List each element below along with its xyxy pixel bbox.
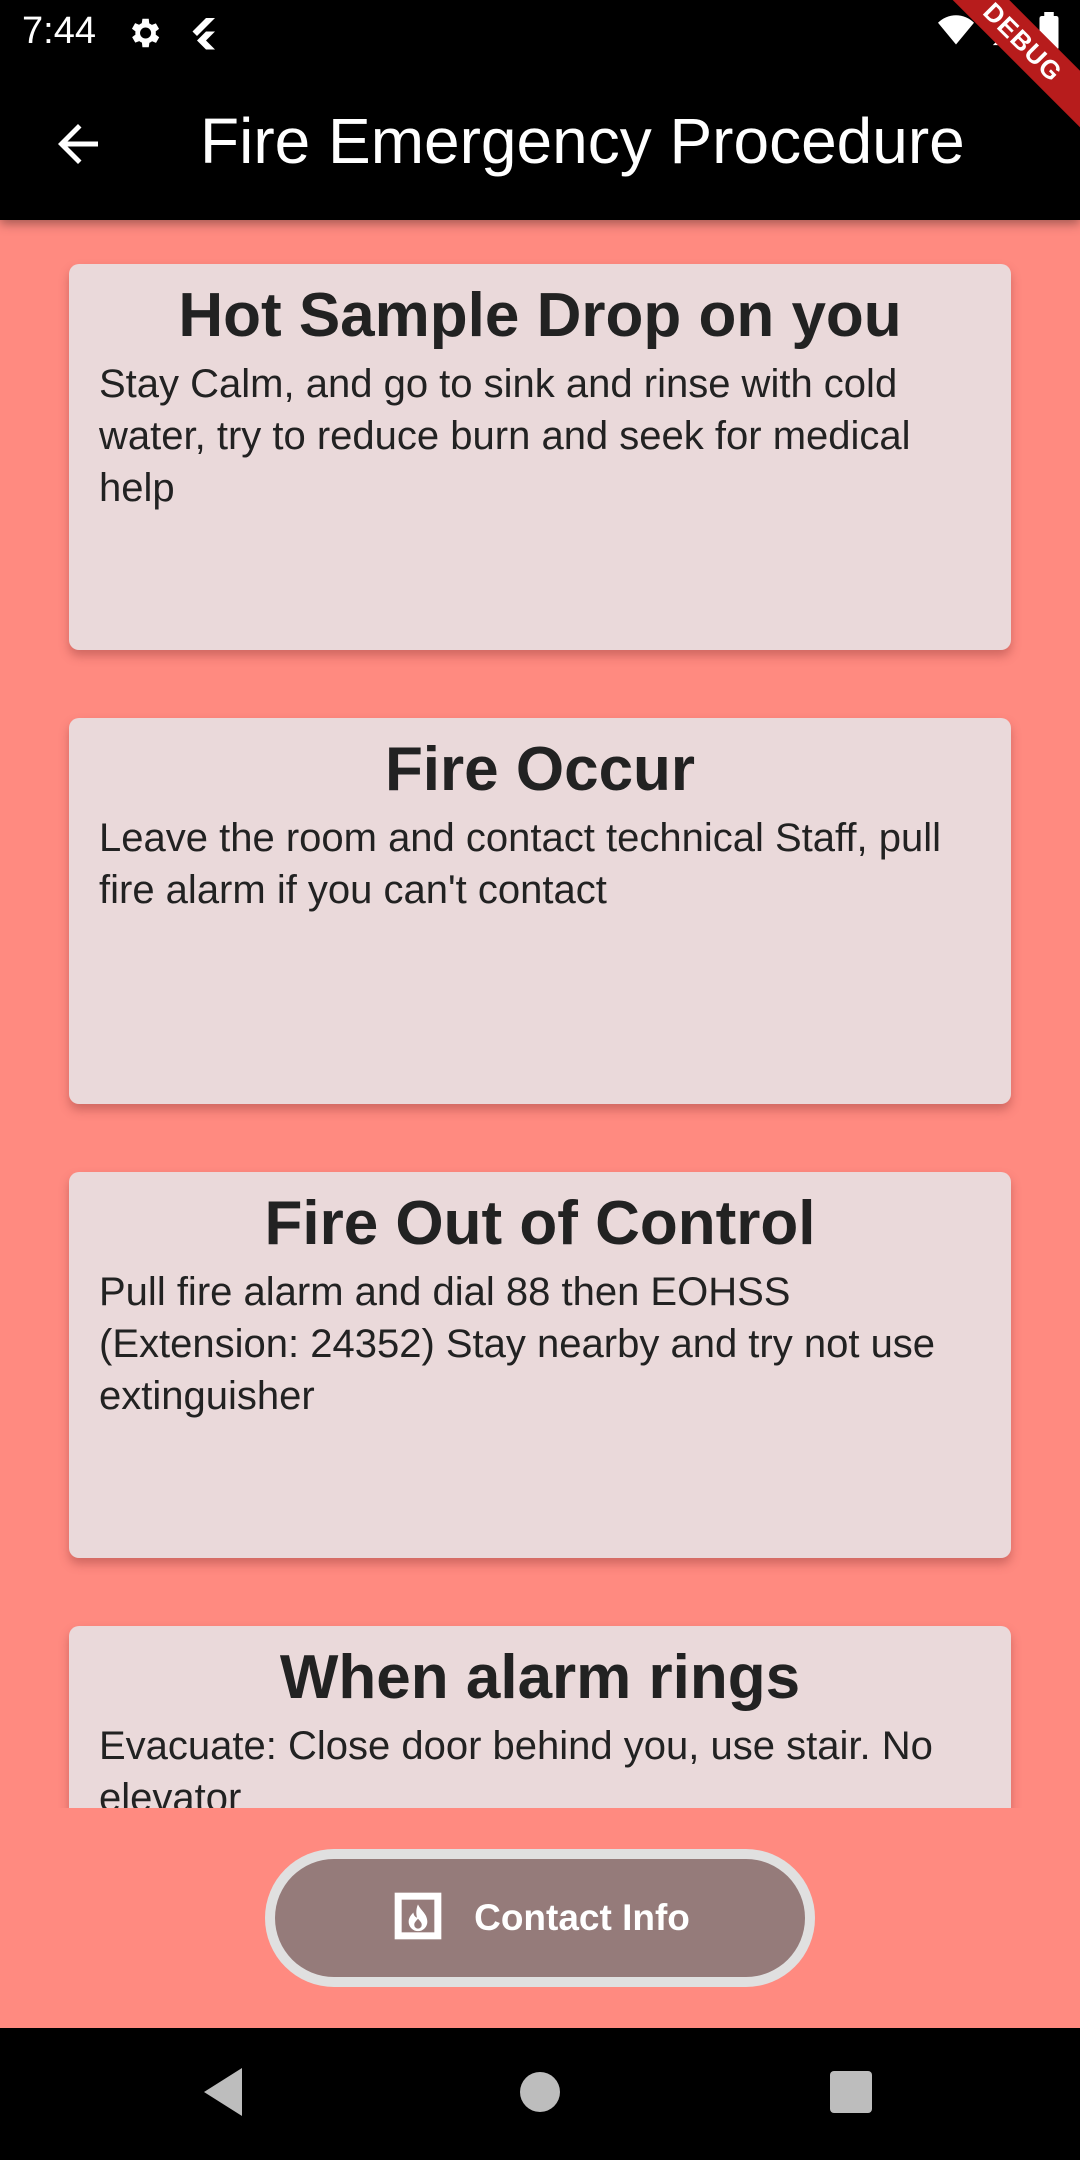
card-body: Stay Calm, and go to sink and rinse with… xyxy=(99,362,911,510)
card-title: Fire Occur xyxy=(384,735,696,804)
wifi-icon xyxy=(936,13,976,54)
home-circle-icon xyxy=(518,2072,562,2122)
card-body: Pull fire alarm and dial 88 then EOHSS (… xyxy=(99,1270,936,1418)
card-title: Hot Sample Drop on you xyxy=(178,281,902,350)
procedure-card-hot-sample: Hot Sample Drop on you Stay Calm, and go… xyxy=(69,264,1011,650)
page-title: Fire Emergency Procedure xyxy=(200,105,965,177)
contact-info-button[interactable]: Contact Info xyxy=(265,1849,815,1987)
status-bar: 7:44 xyxy=(0,0,1080,66)
fireplace-icon xyxy=(390,1888,446,1949)
nav-back-button[interactable] xyxy=(200,2066,246,2123)
back-triangle-icon xyxy=(200,2068,246,2122)
procedure-card-fire-out-of-control: Fire Out of Control Pull fire alarm and … xyxy=(69,1172,1011,1558)
card-body: Leave the room and contact technical Sta… xyxy=(99,816,942,912)
procedure-card-alarm-rings: When alarm rings Evacuate: Close door be… xyxy=(69,1626,1011,1808)
card-body: Evacuate: Close door behind you, use sta… xyxy=(99,1724,933,1808)
nav-recents-button[interactable] xyxy=(830,2066,872,2123)
nav-home-button[interactable] xyxy=(518,2066,562,2123)
system-nav-bar xyxy=(0,2028,1080,2160)
back-button[interactable] xyxy=(48,114,108,174)
gear-icon xyxy=(125,14,163,57)
arrow-back-icon xyxy=(48,124,108,178)
status-time: 7:44 xyxy=(22,10,96,52)
card-title: Fire Out of Control xyxy=(264,1189,816,1258)
recents-square-icon xyxy=(830,2071,872,2122)
app-bar: Fire Emergency Procedure xyxy=(0,66,1080,220)
procedure-card-fire-occur: Fire Occur Leave the room and contact te… xyxy=(69,718,1011,1104)
contact-info-label: Contact Info xyxy=(474,1897,690,1938)
flutter-icon xyxy=(185,14,221,57)
procedure-list[interactable]: Hot Sample Drop on you Stay Calm, and go… xyxy=(0,220,1080,1808)
card-title: When alarm rings xyxy=(279,1643,801,1712)
